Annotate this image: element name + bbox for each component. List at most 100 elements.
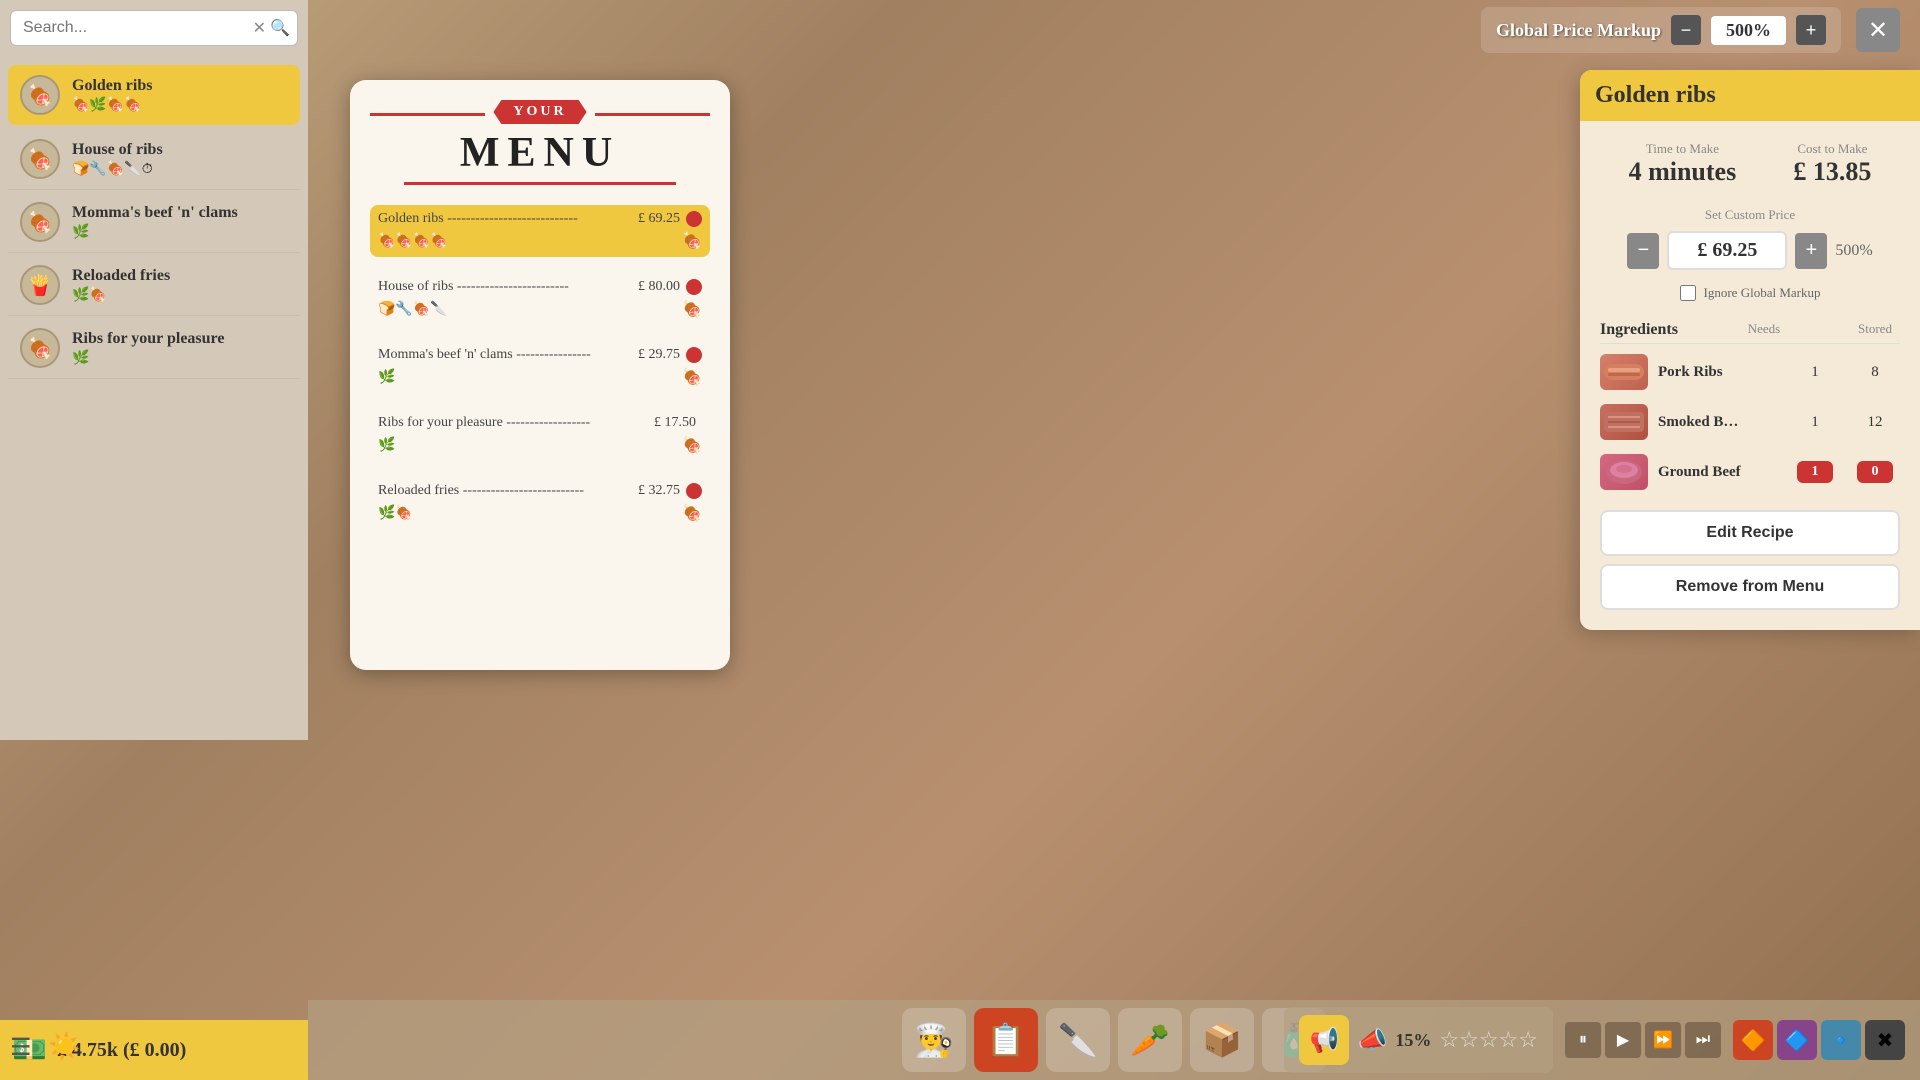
remove-from-menu-button[interactable]: Remove from Menu (1600, 564, 1900, 610)
sidebar-item-mommas-beef[interactable]: 🍖 Momma's beef 'n' clams 🌿 (8, 192, 300, 253)
toolbar-storage-btn[interactable]: 📦 (1190, 1008, 1254, 1072)
menu-card: YOUR MENU Golden ribs ------------------… (350, 80, 730, 670)
toolbar-knife-btn[interactable]: 🔪 (1046, 1008, 1110, 1072)
ingredients-header: Ingredients Needs Stored (1600, 321, 1900, 344)
faster-forward-button[interactable]: ⏭ (1685, 1022, 1721, 1058)
top-bar: Global Price Markup − 500% + ✕ (0, 0, 1920, 60)
ignore-markup-row: Ignore Global Markup (1600, 285, 1900, 301)
price-increase-btn[interactable]: + (1795, 233, 1827, 269)
cost-to-make-label: Cost to Make (1793, 141, 1871, 157)
filter3-button[interactable]: 🔹 (1821, 1020, 1861, 1060)
hamburger-button[interactable]: ☰ (10, 1033, 32, 1062)
global-price-label: Global Price Markup (1496, 20, 1661, 41)
toolbar-menu-btn[interactable]: 📋 (974, 1008, 1038, 1072)
item-icon-reloaded-fries: 🍟 (20, 265, 60, 305)
ignore-markup-checkbox[interactable] (1680, 285, 1696, 301)
price-input[interactable]: £ 69.25 (1667, 231, 1787, 270)
entry-price-house-of-ribs: £ 80.00 (638, 279, 680, 295)
ingredient-smoked-b: Smoked B… 1 12 (1600, 404, 1900, 440)
menu-entry-reloaded-fries[interactable]: Reloaded fries -------------------------… (370, 477, 710, 529)
playback-controls: ⏸ ▶ ⏩ ⏭ (1565, 1022, 1721, 1058)
close-button[interactable]: ✕ (1856, 8, 1900, 52)
menu-card-header: YOUR MENU (370, 100, 710, 185)
filter4-button[interactable]: ✖ (1865, 1020, 1905, 1060)
price-percent: 500% (1835, 242, 1872, 260)
notification-button[interactable]: 📢 (1299, 1015, 1349, 1065)
item-name-ribs-pleasure: Ribs for your pleasure (72, 330, 288, 348)
item-tags-reloaded-fries: 🌿🍖 (72, 287, 288, 304)
ground-beef-icon (1600, 454, 1648, 490)
menu-list: 🍖 Golden ribs 🍖🌿🍖🍖 🍖 House of ribs 🍞🔧🍖🔪⏱… (0, 56, 308, 740)
ingredient-pork-ribs: Pork Ribs 1 8 (1600, 354, 1900, 390)
entry-name-mommas-beef: Momma's beef 'n' clams ---------------- (378, 347, 638, 363)
megaphone-icon: 📣 (1357, 1026, 1387, 1055)
item-tags-ribs-pleasure: 🌿 (72, 350, 288, 367)
item-icon-house-of-ribs: 🍖 (20, 139, 60, 179)
entry-price-reloaded-fries: £ 32.75 (638, 483, 680, 499)
item-name-mommas-beef: Momma's beef 'n' clams (72, 204, 288, 222)
entry-name-house-of-ribs: House of ribs ------------------------ (378, 279, 638, 295)
price-decrease-btn[interactable]: − (1627, 233, 1659, 269)
ground-beef-needs: 1 (1790, 461, 1840, 483)
stored-col-header: Stored (1850, 321, 1900, 339)
time-cost-row: Time to Make 4 minutes Cost to Make £ 13… (1600, 141, 1900, 187)
entry-icons-mommas-beef: 🌿 (378, 369, 395, 386)
ingredient-ground-beef: Ground Beef 1 0 (1600, 454, 1900, 490)
edit-recipe-button[interactable]: Edit Recipe (1600, 510, 1900, 556)
item-tags-golden-ribs: 🍖🌿🍖🍖 (72, 97, 288, 114)
entry-food-icon-ribs-pleasure: 🍖 (682, 435, 702, 455)
entry-price-ribs-pleasure: £ 17.50 (654, 415, 696, 431)
menu-entry-mommas-beef[interactable]: Momma's beef 'n' clams ---------------- … (370, 341, 710, 393)
sidebar-item-reloaded-fries[interactable]: 🍟 Reloaded fries 🌿🍖 (8, 255, 300, 316)
play-button[interactable]: ▶ (1605, 1022, 1641, 1058)
cost-to-make-block: Cost to Make £ 13.85 (1793, 141, 1871, 187)
pork-ribs-stored: 8 (1850, 364, 1900, 381)
item-name-house-of-ribs: House of ribs (72, 141, 288, 159)
markup-increase-btn[interactable]: + (1796, 15, 1826, 45)
time-to-make-label: Time to Make (1629, 141, 1737, 157)
item-icon-ribs-pleasure: 🍖 (20, 328, 60, 368)
sidebar-item-ribs-pleasure[interactable]: 🍖 Ribs for your pleasure 🌿 (8, 318, 300, 379)
entry-food-icon-golden-ribs: 🍖 (682, 231, 702, 251)
entry-name-golden-ribs: Golden ribs ---------------------------- (378, 211, 638, 227)
bottom-right-controls: 📢 📣 15% ☆☆☆☆☆ ⏸ ▶ ⏩ ⏭ 🔶 🔷 🔹 ✖ (1269, 1000, 1920, 1080)
entry-remove-golden-ribs[interactable] (686, 211, 702, 227)
custom-price-label: Set Custom Price (1600, 207, 1900, 223)
entry-remove-reloaded-fries[interactable] (686, 483, 702, 499)
filter1-button[interactable]: 🔶 (1733, 1020, 1773, 1060)
panel-buttons: Edit Recipe Remove from Menu (1600, 510, 1900, 610)
item-name-reloaded-fries: Reloaded fries (72, 267, 288, 285)
item-tags-mommas-beef: 🌿 (72, 224, 288, 241)
entry-name-ribs-pleasure: Ribs for your pleasure -----------------… (378, 415, 654, 431)
toolbar-chef-btn[interactable]: 👨‍🍳 (902, 1008, 966, 1072)
item-icon-golden-ribs: 🍖 (20, 75, 60, 115)
entry-icons-reloaded-fries: 🌿🍖 (378, 505, 413, 522)
entry-remove-mommas-beef[interactable] (686, 347, 702, 363)
item-tags-house-of-ribs: 🍞🔧🍖🔪⏱ (72, 161, 288, 178)
menu-entry-house-of-ribs[interactable]: House of ribs ------------------------ £… (370, 273, 710, 325)
entry-price-mommas-beef: £ 29.75 (638, 347, 680, 363)
money-bar: 💵 £ 4.75k (£ 0.00) (0, 1020, 308, 1080)
entry-price-golden-ribs: £ 69.25 (638, 211, 680, 227)
pause-button[interactable]: ⏸ (1565, 1022, 1601, 1058)
sidebar-item-house-of-ribs[interactable]: 🍖 House of ribs 🍞🔧🍖🔪⏱ (8, 129, 300, 190)
menu-entry-ribs-pleasure[interactable]: Ribs for your pleasure -----------------… (370, 409, 710, 461)
entry-remove-house-of-ribs[interactable] (686, 279, 702, 295)
toolbar-veggie-btn[interactable]: 🥕 (1118, 1008, 1182, 1072)
needs-col-header: Needs (1739, 321, 1789, 339)
entry-icons-ribs-pleasure: 🌿 (378, 437, 395, 454)
time-to-make-value: 4 minutes (1629, 157, 1737, 187)
menu-entry-golden-ribs[interactable]: Golden ribs ----------------------------… (370, 205, 710, 257)
filter2-button[interactable]: 🔷 (1777, 1020, 1817, 1060)
menu-entries: Golden ribs ----------------------------… (370, 205, 710, 529)
smoked-b-stored: 12 (1850, 414, 1900, 431)
markup-value: 500% (1711, 16, 1786, 45)
entry-food-icon-house-of-ribs: 🍖 (682, 299, 702, 319)
fast-forward-button[interactable]: ⏩ (1645, 1022, 1681, 1058)
right-panel: Golden ribs Time to Make 4 minutes Cost … (1580, 70, 1920, 630)
sidebar-item-golden-ribs[interactable]: 🍖 Golden ribs 🍖🌿🍖🍖 (8, 65, 300, 125)
entry-name-reloaded-fries: Reloaded fries -------------------------… (378, 483, 638, 499)
ingredients-section: Ingredients Needs Stored Pork Ribs 1 8 (1600, 321, 1900, 490)
markup-decrease-btn[interactable]: − (1671, 15, 1701, 45)
sun-icon: ☀️ (48, 1032, 80, 1062)
